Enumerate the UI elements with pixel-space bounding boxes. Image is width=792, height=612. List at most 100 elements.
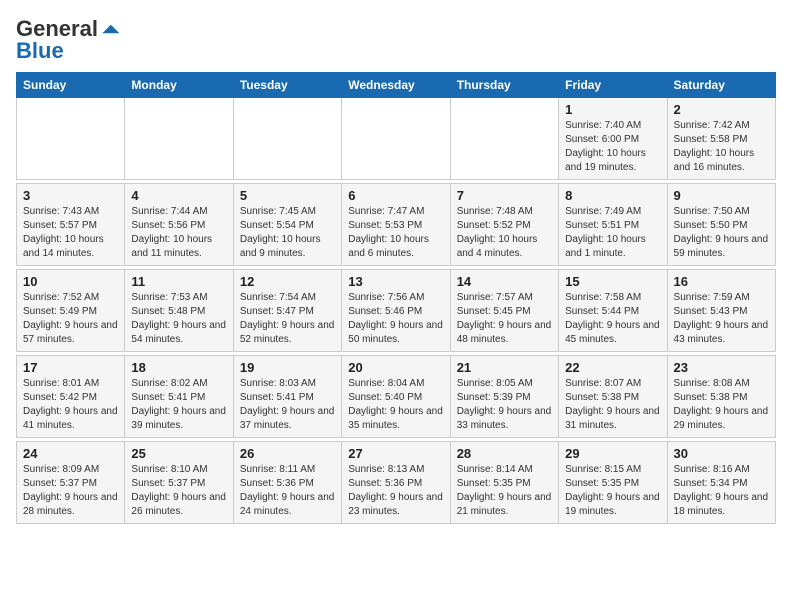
- header: General Blue: [16, 16, 776, 64]
- day-cell: 10 Sunrise: 7:52 AM Sunset: 5:49 PM Dayli…: [17, 270, 125, 352]
- day-number: 1: [565, 102, 660, 117]
- day-number: 17: [23, 360, 118, 375]
- col-header-saturday: Saturday: [667, 73, 775, 98]
- day-number: 11: [131, 274, 226, 289]
- col-header-wednesday: Wednesday: [342, 73, 450, 98]
- day-number: 21: [457, 360, 552, 375]
- day-number: 30: [674, 446, 769, 461]
- day-number: 8: [565, 188, 660, 203]
- day-info: Sunrise: 8:01 AM Sunset: 5:42 PM Dayligh…: [23, 377, 118, 433]
- day-number: 15: [565, 274, 660, 289]
- day-info: Sunrise: 8:10 AM Sunset: 5:37 PM Dayligh…: [131, 463, 226, 519]
- day-cell: 29 Sunrise: 8:15 AM Sunset: 5:35 PM Dayli…: [559, 442, 667, 524]
- day-info: Sunrise: 7:54 AM Sunset: 5:47 PM Dayligh…: [240, 291, 335, 347]
- col-header-friday: Friday: [559, 73, 667, 98]
- day-cell: 3 Sunrise: 7:43 AM Sunset: 5:57 PM Daylig…: [17, 184, 125, 266]
- day-number: 25: [131, 446, 226, 461]
- header-row: SundayMondayTuesdayWednesdayThursdayFrid…: [17, 73, 776, 98]
- day-cell: [450, 98, 558, 180]
- week-row-1: 1 Sunrise: 7:40 AM Sunset: 6:00 PM Daylig…: [17, 98, 776, 180]
- day-cell: 25 Sunrise: 8:10 AM Sunset: 5:37 PM Dayli…: [125, 442, 233, 524]
- day-cell: 4 Sunrise: 7:44 AM Sunset: 5:56 PM Daylig…: [125, 184, 233, 266]
- day-cell: 15 Sunrise: 7:58 AM Sunset: 5:44 PM Dayli…: [559, 270, 667, 352]
- day-number: 23: [674, 360, 769, 375]
- day-cell: 12 Sunrise: 7:54 AM Sunset: 5:47 PM Dayli…: [233, 270, 341, 352]
- day-cell: [17, 98, 125, 180]
- day-info: Sunrise: 7:59 AM Sunset: 5:43 PM Dayligh…: [674, 291, 769, 347]
- day-info: Sunrise: 8:14 AM Sunset: 5:35 PM Dayligh…: [457, 463, 552, 519]
- day-info: Sunrise: 7:49 AM Sunset: 5:51 PM Dayligh…: [565, 205, 660, 261]
- logo-blue-text: Blue: [16, 38, 64, 64]
- day-cell: 28 Sunrise: 8:14 AM Sunset: 5:35 PM Dayli…: [450, 442, 558, 524]
- day-number: 7: [457, 188, 552, 203]
- day-number: 13: [348, 274, 443, 289]
- day-info: Sunrise: 8:09 AM Sunset: 5:37 PM Dayligh…: [23, 463, 118, 519]
- day-info: Sunrise: 7:52 AM Sunset: 5:49 PM Dayligh…: [23, 291, 118, 347]
- day-cell: 21 Sunrise: 8:05 AM Sunset: 5:39 PM Dayli…: [450, 356, 558, 438]
- day-cell: 24Sunrise: 8:09 AM Sunset: 5:37 PM Dayli…: [17, 442, 125, 524]
- day-cell: 19Sunrise: 8:03 AM Sunset: 5:41 PM Dayli…: [233, 356, 341, 438]
- day-info: Sunrise: 8:11 AM Sunset: 5:36 PM Dayligh…: [240, 463, 335, 519]
- day-info: Sunrise: 8:08 AM Sunset: 5:38 PM Dayligh…: [674, 377, 769, 433]
- day-info: Sunrise: 7:44 AM Sunset: 5:56 PM Dayligh…: [131, 205, 226, 261]
- day-number: 10: [23, 274, 118, 289]
- day-info: Sunrise: 8:07 AM Sunset: 5:38 PM Dayligh…: [565, 377, 660, 433]
- day-cell: 11 Sunrise: 7:53 AM Sunset: 5:48 PM Dayli…: [125, 270, 233, 352]
- week-row-5: 24Sunrise: 8:09 AM Sunset: 5:37 PM Dayli…: [17, 442, 776, 524]
- week-row-4: 17 Sunrise: 8:01 AM Sunset: 5:42 PM Dayli…: [17, 356, 776, 438]
- day-cell: 7 Sunrise: 7:48 AM Sunset: 5:52 PM Daylig…: [450, 184, 558, 266]
- day-info: Sunrise: 7:43 AM Sunset: 5:57 PM Dayligh…: [23, 205, 118, 261]
- day-cell: 8 Sunrise: 7:49 AM Sunset: 5:51 PM Daylig…: [559, 184, 667, 266]
- col-header-sunday: Sunday: [17, 73, 125, 98]
- day-cell: [125, 98, 233, 180]
- day-number: 9: [674, 188, 769, 203]
- day-info: Sunrise: 7:58 AM Sunset: 5:44 PM Dayligh…: [565, 291, 660, 347]
- col-header-tuesday: Tuesday: [233, 73, 341, 98]
- day-info: Sunrise: 7:42 AM Sunset: 5:58 PM Dayligh…: [674, 119, 769, 175]
- day-info: Sunrise: 8:15 AM Sunset: 5:35 PM Dayligh…: [565, 463, 660, 519]
- day-info: Sunrise: 8:05 AM Sunset: 5:39 PM Dayligh…: [457, 377, 552, 433]
- day-number: 20: [348, 360, 443, 375]
- logo-icon: [100, 23, 120, 35]
- day-info: Sunrise: 7:48 AM Sunset: 5:52 PM Dayligh…: [457, 205, 552, 261]
- day-number: 4: [131, 188, 226, 203]
- day-cell: 9 Sunrise: 7:50 AM Sunset: 5:50 PM Daylig…: [667, 184, 775, 266]
- day-cell: 30Sunrise: 8:16 AM Sunset: 5:34 PM Dayli…: [667, 442, 775, 524]
- day-cell: 5 Sunrise: 7:45 AM Sunset: 5:54 PM Daylig…: [233, 184, 341, 266]
- day-cell: 6Sunrise: 7:47 AM Sunset: 5:53 PM Daylig…: [342, 184, 450, 266]
- day-info: Sunrise: 7:53 AM Sunset: 5:48 PM Dayligh…: [131, 291, 226, 347]
- day-number: 29: [565, 446, 660, 461]
- day-info: Sunrise: 7:47 AM Sunset: 5:53 PM Dayligh…: [348, 205, 443, 261]
- col-header-thursday: Thursday: [450, 73, 558, 98]
- day-number: 14: [457, 274, 552, 289]
- day-cell: 27Sunrise: 8:13 AM Sunset: 5:36 PM Dayli…: [342, 442, 450, 524]
- day-number: 18: [131, 360, 226, 375]
- day-number: 26: [240, 446, 335, 461]
- day-info: Sunrise: 7:45 AM Sunset: 5:54 PM Dayligh…: [240, 205, 335, 261]
- day-number: 12: [240, 274, 335, 289]
- day-cell: [233, 98, 341, 180]
- day-number: 5: [240, 188, 335, 203]
- day-number: 16: [674, 274, 769, 289]
- week-row-2: 3 Sunrise: 7:43 AM Sunset: 5:57 PM Daylig…: [17, 184, 776, 266]
- day-info: Sunrise: 7:56 AM Sunset: 5:46 PM Dayligh…: [348, 291, 443, 347]
- day-info: Sunrise: 8:04 AM Sunset: 5:40 PM Dayligh…: [348, 377, 443, 433]
- day-info: Sunrise: 7:57 AM Sunset: 5:45 PM Dayligh…: [457, 291, 552, 347]
- day-number: 3: [23, 188, 118, 203]
- day-cell: 22 Sunrise: 8:07 AM Sunset: 5:38 PM Dayli…: [559, 356, 667, 438]
- week-row-3: 10 Sunrise: 7:52 AM Sunset: 5:49 PM Dayli…: [17, 270, 776, 352]
- day-number: 28: [457, 446, 552, 461]
- day-cell: 13 Sunrise: 7:56 AM Sunset: 5:46 PM Dayli…: [342, 270, 450, 352]
- day-number: 22: [565, 360, 660, 375]
- day-cell: 18Sunrise: 8:02 AM Sunset: 5:41 PM Dayli…: [125, 356, 233, 438]
- logo: General Blue: [16, 16, 120, 64]
- calendar-table: SundayMondayTuesdayWednesdayThursdayFrid…: [16, 72, 776, 524]
- day-cell: [342, 98, 450, 180]
- day-cell: 17 Sunrise: 8:01 AM Sunset: 5:42 PM Dayli…: [17, 356, 125, 438]
- day-number: 19: [240, 360, 335, 375]
- day-info: Sunrise: 7:50 AM Sunset: 5:50 PM Dayligh…: [674, 205, 769, 261]
- col-header-monday: Monday: [125, 73, 233, 98]
- day-info: Sunrise: 7:40 AM Sunset: 6:00 PM Dayligh…: [565, 119, 660, 175]
- day-cell: 23 Sunrise: 8:08 AM Sunset: 5:38 PM Dayli…: [667, 356, 775, 438]
- day-cell: 26 Sunrise: 8:11 AM Sunset: 5:36 PM Dayli…: [233, 442, 341, 524]
